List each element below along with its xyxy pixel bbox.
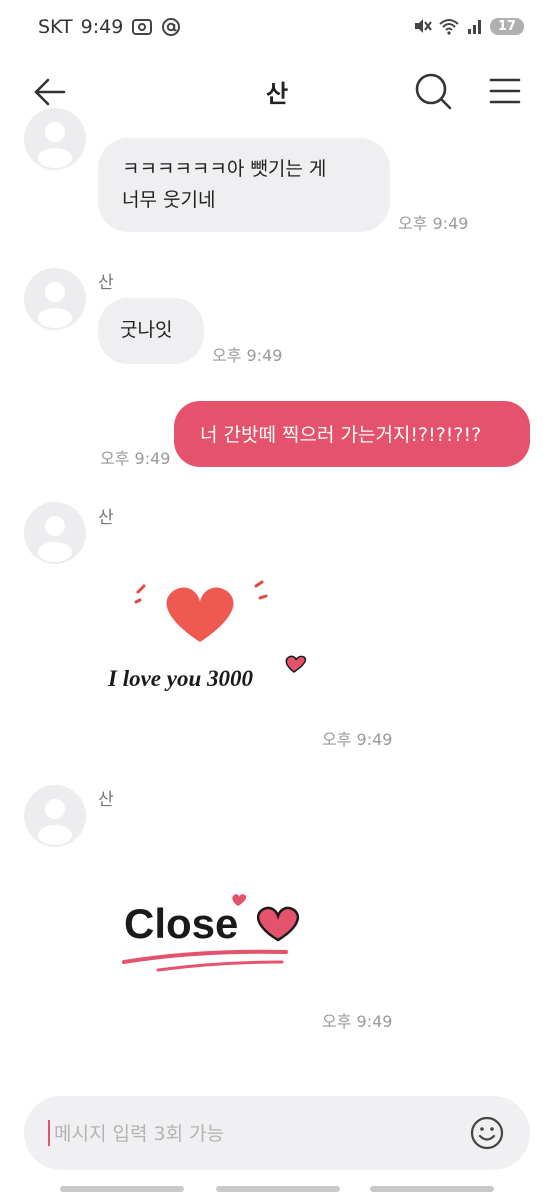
screenshot-icon	[132, 19, 153, 35]
clock: 9:49	[80, 16, 124, 38]
message-time: 오후 9:49	[322, 1012, 393, 1031]
wifi-icon	[439, 19, 459, 35]
message-time: 오후 9:49	[100, 449, 171, 468]
bottom-divider	[216, 1186, 340, 1192]
mute-icon	[414, 19, 432, 33]
search-icon[interactable]	[412, 70, 454, 112]
bottom-divider	[60, 1186, 184, 1192]
status-right: 17	[412, 16, 524, 36]
message-bubble[interactable]: ㅋㅋㅋㅋㅋㅋ아 뺏기는 게 너무 웃기네	[98, 138, 390, 232]
chat-title: 산	[265, 80, 289, 108]
sticker-close[interactable]: Close	[118, 878, 308, 978]
message-text: 굿나잇	[120, 319, 173, 341]
bottom-divider	[370, 1186, 494, 1192]
message-time: 오후 9:49	[322, 730, 393, 749]
sticker-text: Close	[124, 900, 238, 947]
signal-icon	[467, 20, 481, 34]
message-time: 오후 9:49	[212, 346, 283, 365]
sender-name: 산	[98, 790, 114, 810]
chat-header: 산	[0, 56, 554, 126]
status-left: SKT 9:49	[38, 16, 181, 38]
sticker-i-love-you[interactable]: I love you 3000	[100, 570, 320, 700]
avatar[interactable]	[24, 502, 86, 564]
at-sign-icon	[162, 18, 181, 36]
message-text-line: 너무 웃기네	[122, 189, 216, 211]
message-bubble[interactable]: 굿나잇	[98, 298, 204, 364]
avatar[interactable]	[24, 268, 86, 330]
menu-icon[interactable]	[488, 74, 522, 108]
sender-name: 산	[98, 508, 114, 528]
message-text-line: ㅋㅋㅋㅋㅋㅋ아 뺏기는 게	[122, 158, 327, 180]
default-avatar-icon	[38, 282, 72, 328]
avatar[interactable]	[24, 108, 86, 170]
default-avatar-icon	[38, 799, 72, 845]
default-avatar-icon	[38, 122, 72, 168]
close-sticker-icon: Close	[122, 894, 299, 972]
emoji-icon[interactable]	[470, 1116, 504, 1150]
sender-name: 산	[98, 273, 114, 293]
default-avatar-icon	[38, 516, 72, 562]
message-input-bar	[24, 1096, 530, 1170]
avatar[interactable]	[24, 785, 86, 847]
message-input[interactable]	[52, 1115, 456, 1153]
message-time: 오후 9:49	[398, 214, 469, 233]
carrier-label: SKT	[38, 16, 73, 38]
message-bubble-sent[interactable]: 너 간밧떼 찍으러 가는거지!?!?!?!?	[174, 401, 530, 467]
heart-sticker-icon: I love you 3000	[107, 580, 307, 691]
text-caret	[48, 1120, 50, 1146]
message-text: 너 간밧떼 찍으러 가는거지!?!?!?!?	[200, 424, 482, 446]
status-bar: SKT 9:49 17	[0, 0, 554, 56]
sticker-text: I love you 3000	[107, 666, 254, 691]
back-arrow-icon[interactable]	[30, 72, 70, 112]
battery-indicator: 17	[489, 17, 524, 35]
